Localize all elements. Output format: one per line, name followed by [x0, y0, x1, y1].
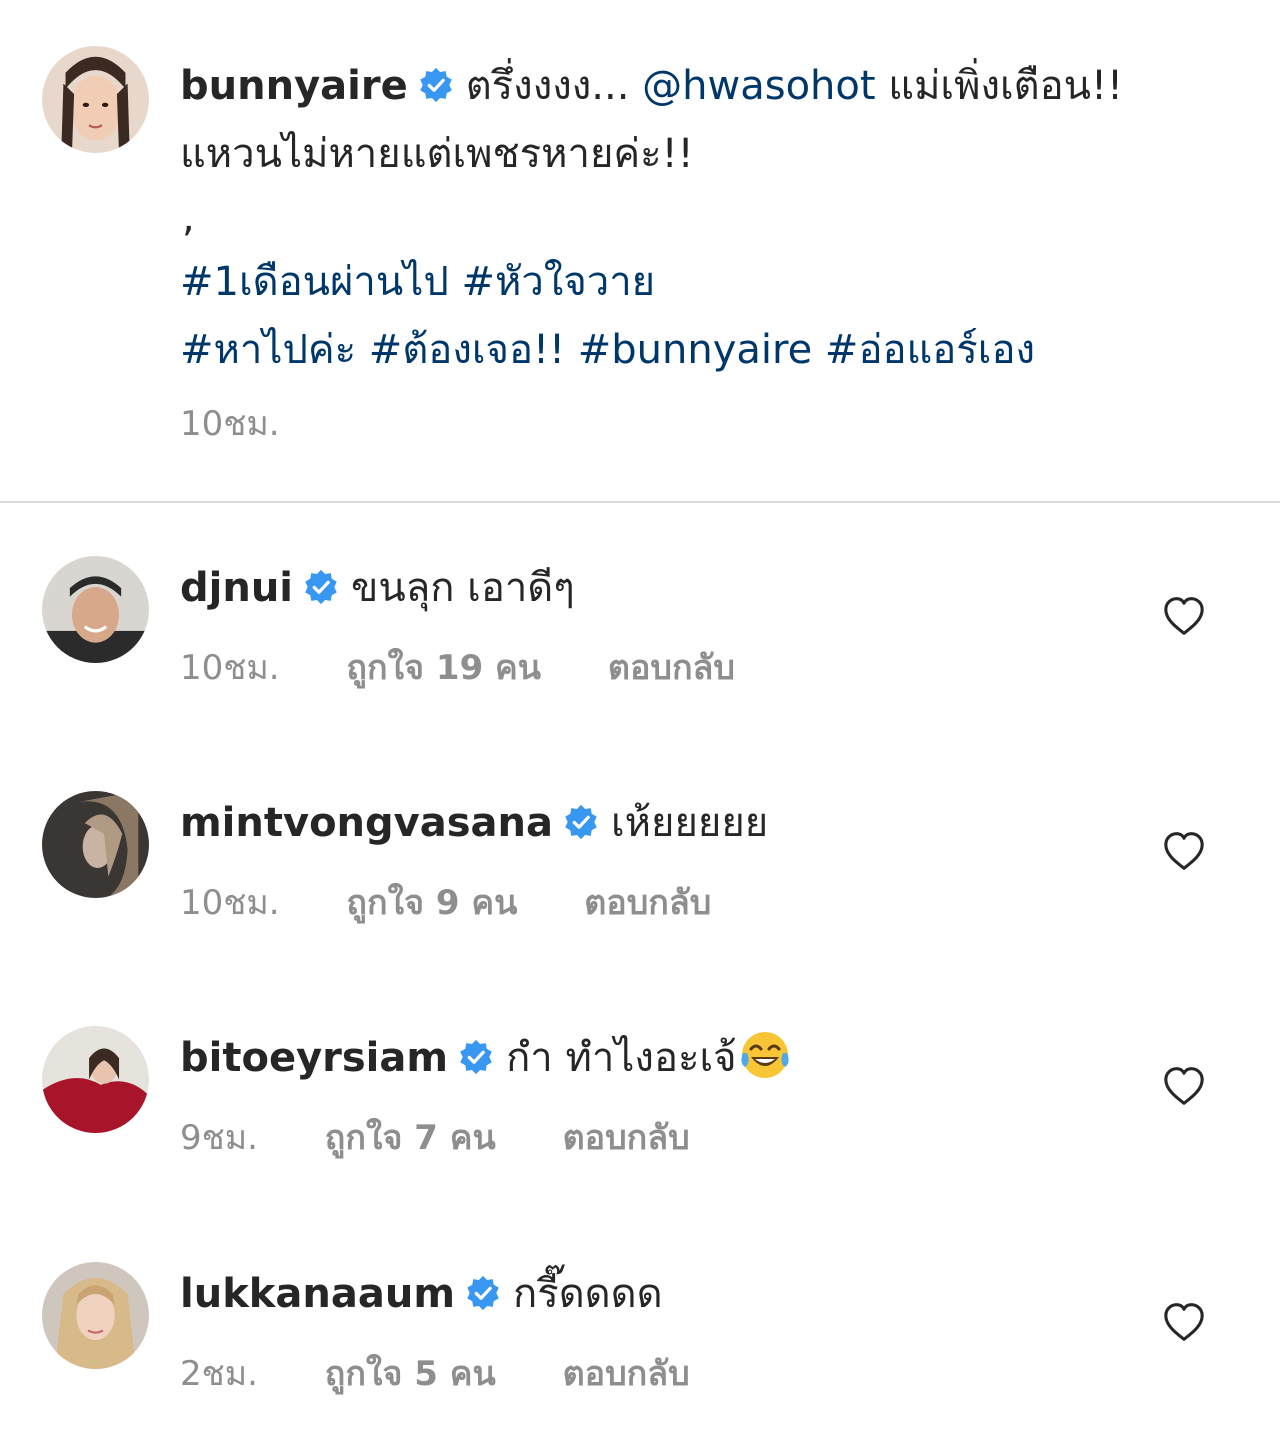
comment-body: lukkanaaum กรี๊ดดดด: [180, 1264, 663, 1324]
comment-item: mintvongvasana เห้ยยยยย 10ชม. ถูกใจ 9 คน …: [0, 791, 1280, 971]
heart-outline-icon[interactable]: [1162, 831, 1206, 871]
comments-page: bunnyaire ตรึ่งงงง... @hwasohot แม่เพิ่งเ…: [0, 0, 1280, 1449]
comment-username[interactable]: mintvongvasana: [180, 800, 553, 846]
commenter-avatar[interactable]: [42, 556, 149, 663]
comment-meta: 10ชม. ถูกใจ 9 คน ตอบกลับ: [180, 875, 767, 929]
comment-timestamp: 10ชม.: [180, 883, 280, 923]
commenter-avatar[interactable]: [42, 1262, 149, 1369]
comment-text: กรี๊ดดดด: [513, 1271, 663, 1317]
comment-likes[interactable]: ถูกใจ 9 คน: [346, 883, 517, 923]
comment-likes[interactable]: ถูกใจ 5 คน: [325, 1354, 496, 1394]
verified-badge-icon: [465, 1275, 501, 1311]
mention-link[interactable]: @hwasohot: [642, 63, 875, 109]
comment-text: ขนลุก เอาดีๆ: [351, 565, 575, 611]
verified-badge-icon: [563, 804, 599, 840]
comment-body: bitoeyrsiam กำ ทำไงอะเจ้: [180, 1028, 791, 1088]
post-username[interactable]: bunnyaire: [180, 63, 408, 109]
comment-timestamp: 10ชม.: [180, 648, 280, 688]
heart-outline-icon[interactable]: [1162, 1066, 1206, 1106]
comment-username[interactable]: bitoeyrsiam: [180, 1035, 448, 1081]
comment-body: djnui ขนลุก เอาดีๆ: [180, 558, 575, 618]
heart-outline-icon[interactable]: [1162, 1302, 1206, 1342]
comment-meta: 10ชม. ถูกใจ 19 คน ตอบกลับ: [180, 640, 791, 694]
caption-line-2: แหวนไม่หายแต่เพชรหายค่ะ!!: [180, 131, 694, 177]
caption-text-1: ตรึ่งงงง...: [465, 63, 630, 109]
verified-badge-icon: [303, 569, 339, 605]
comment-body: mintvongvasana เห้ยยยยย: [180, 793, 768, 853]
post-author-avatar[interactable]: [42, 46, 149, 153]
heart-outline-icon[interactable]: [1162, 596, 1206, 636]
comment-text: กำ ทำไงอะเจ้: [506, 1035, 737, 1081]
comment-timestamp: 2ชม.: [180, 1354, 258, 1394]
comment-item: djnui ขนลุก เอาดีๆ 10ชม. ถูกใจ 19 คน ตอบก…: [0, 556, 1280, 736]
comment-likes[interactable]: ถูกใจ 7 คน: [325, 1118, 496, 1158]
comment-meta: 2ชม. ถูกใจ 5 คน ตอบกลับ: [180, 1346, 746, 1400]
hashtag-line-1[interactable]: #1เดือนผ่านไป #หัวใจวาย: [180, 248, 1260, 316]
hashtag-line-2[interactable]: #หาไปค่ะ #ต้องเจอ!! #bunnyaire #อ่อแอร์เ…: [180, 316, 1260, 384]
caption-line-1: bunnyaire ตรึ่งงงง... @hwasohot แม่เพิ่งเ…: [180, 52, 1260, 120]
comment-username[interactable]: lukkanaaum: [180, 1271, 455, 1317]
reply-button[interactable]: ตอบกลับ: [584, 883, 711, 923]
post-caption: bunnyaire ตรึ่งงงง... @hwasohot แม่เพิ่งเ…: [180, 52, 1260, 458]
verified-badge-icon: [418, 67, 454, 103]
post-timestamp: 10ชม.: [180, 404, 280, 444]
comment-item: bitoeyrsiam กำ ทำไงอะเจ้ 9ชม. ถูกใจ 7 คน …: [0, 1026, 1280, 1206]
comment-username[interactable]: djnui: [180, 565, 293, 611]
commenter-avatar[interactable]: [42, 791, 149, 898]
caption-comma: ,: [182, 195, 195, 241]
comment-item: lukkanaaum กรี๊ดดดด 2ชม. ถูกใจ 5 คน ตอบกล…: [0, 1262, 1280, 1442]
comment-timestamp: 9ชม.: [180, 1118, 258, 1158]
caption-text-1-end: แม่เพิ่งเตือน!!: [888, 63, 1124, 109]
reply-button[interactable]: ตอบกลับ: [563, 1118, 690, 1158]
commenter-avatar[interactable]: [42, 1026, 149, 1133]
tears-of-joy-emoji-icon: [739, 1029, 791, 1081]
comment-meta: 9ชม. ถูกใจ 7 คน ตอบกลับ: [180, 1110, 746, 1164]
verified-badge-icon: [458, 1039, 494, 1075]
reply-button[interactable]: ตอบกลับ: [563, 1354, 690, 1394]
comment-text: เห้ยยยยย: [611, 800, 769, 846]
comment-likes[interactable]: ถูกใจ 19 คน: [346, 648, 541, 688]
reply-button[interactable]: ตอบกลับ: [608, 648, 735, 688]
divider: [0, 501, 1280, 503]
